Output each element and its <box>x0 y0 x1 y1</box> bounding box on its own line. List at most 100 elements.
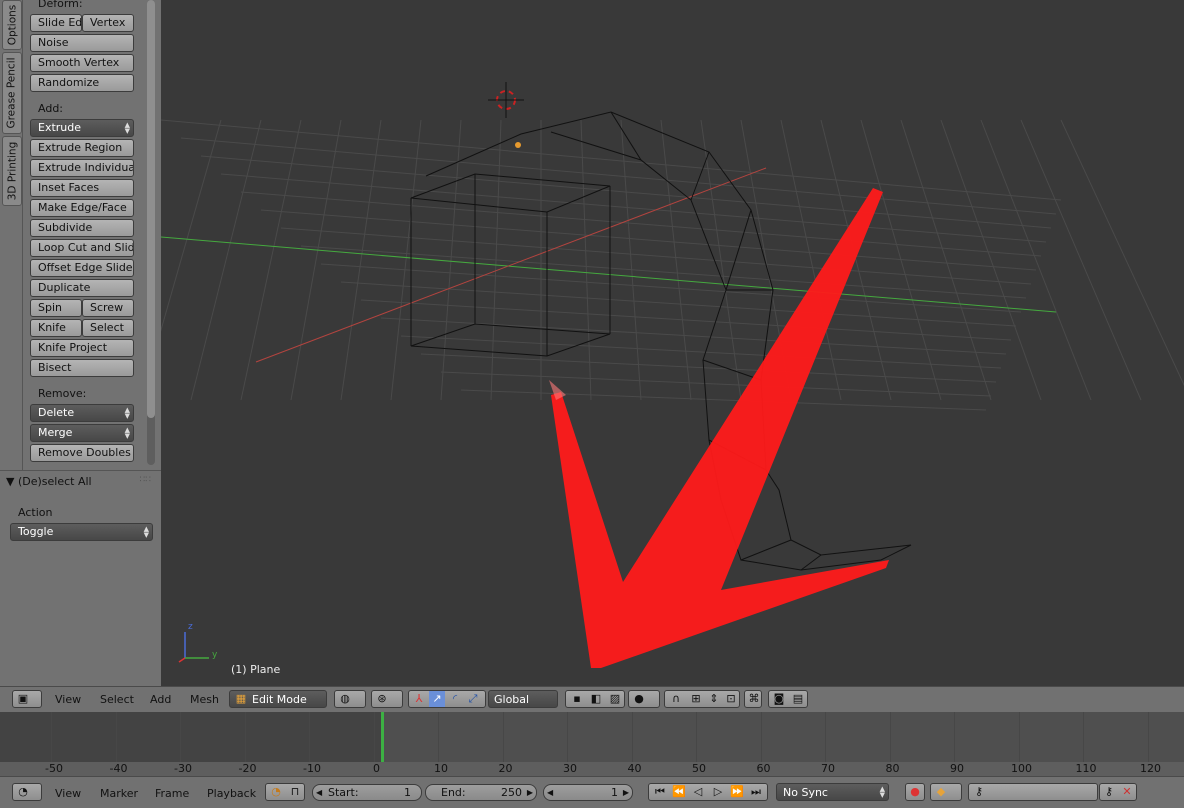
transform-orientation-dropdown[interactable]: Global <box>488 690 558 708</box>
inset-faces-button[interactable]: Inset Faces <box>30 179 134 197</box>
prev-keyframe-icon[interactable]: ⏪ <box>670 784 688 800</box>
make-edge-face-button[interactable]: Make Edge/Face <box>30 199 134 217</box>
play-icon[interactable]: ▷ <box>709 784 727 800</box>
randomize-button[interactable]: Randomize <box>30 74 134 92</box>
edge-select-icon[interactable]: ◧ <box>587 691 605 707</box>
proportional-edit-dropdown[interactable]: ● <box>628 690 660 708</box>
spin-button[interactable]: Spin <box>30 299 82 317</box>
ruler-tick-label: -30 <box>174 762 192 775</box>
preview-range-icon[interactable]: ◔ <box>268 784 284 800</box>
keying-set-field[interactable]: ⚷ <box>968 783 1098 801</box>
bisect-button[interactable]: Bisect <box>30 359 134 377</box>
extrude-individual-button[interactable]: Extrude Individual <box>30 159 134 177</box>
smooth-vertex-button[interactable]: Smooth Vertex <box>30 54 134 72</box>
jump-start-icon[interactable]: ⏮ <box>651 784 669 800</box>
operator-header[interactable]: ▼ (De)select All <box>6 475 92 488</box>
insert-keyframe-icon[interactable]: ⚷ <box>1101 784 1117 800</box>
ruler-tick-label: -40 <box>109 762 128 775</box>
menu-playback[interactable]: Playback <box>207 787 256 800</box>
timeline-editor-type-button[interactable]: ◔ <box>12 783 42 801</box>
extrude-region-button[interactable]: Extrude Region <box>30 139 134 157</box>
ruler-tick-label: 90 <box>950 762 964 775</box>
tool-shelf-scrollbar[interactable] <box>147 0 155 418</box>
merge-dropdown[interactable]: Merge ▲ ▼ <box>30 424 134 442</box>
timeline-gridline <box>825 712 826 762</box>
delete-dropdown[interactable]: Delete ▲ ▼ <box>30 404 134 422</box>
proportional-icon: ● <box>634 692 644 705</box>
subdivide-button[interactable]: Subdivide <box>30 219 134 237</box>
timeline-gridline <box>696 712 697 762</box>
current-frame-cursor[interactable] <box>381 712 384 762</box>
menu-timeline-view[interactable]: View <box>55 787 81 800</box>
pivot-dropdown[interactable]: ⊛ <box>371 690 403 708</box>
3d-cursor-icon[interactable] <box>488 82 524 118</box>
menu-marker[interactable]: Marker <box>100 787 138 800</box>
auto-keyframe-button[interactable]: ● <box>905 783 925 801</box>
tab-grease-pencil[interactable]: Grease Pencil <box>2 52 22 134</box>
remove-label: Remove: <box>38 387 87 400</box>
increment-arrow-icon: ▶ <box>622 788 629 797</box>
menu-select[interactable]: Select <box>100 693 134 706</box>
snap-magnet-icon[interactable]: ∩ <box>667 691 685 707</box>
knife-button[interactable]: Knife <box>30 319 82 337</box>
vertex-select-icon[interactable]: ▪ <box>568 691 586 707</box>
tab-3d-printing[interactable]: 3D Printing <box>2 136 22 206</box>
end-frame-field[interactable]: End: 250 ▶ <box>425 784 537 801</box>
record-icon: ● <box>910 785 920 798</box>
menu-frame[interactable]: Frame <box>155 787 189 800</box>
ruler-tick-label: 30 <box>563 762 577 775</box>
vertex-button[interactable]: Vertex <box>82 14 134 32</box>
offset-edge-button[interactable]: Offset Edge Slide <box>30 259 134 277</box>
menu-mesh[interactable]: Mesh <box>190 693 219 706</box>
noise-button[interactable]: Noise <box>30 34 134 52</box>
screw-button[interactable]: Screw <box>82 299 134 317</box>
selected-vertex[interactable] <box>515 142 521 148</box>
keyframe-type-dropdown[interactable]: ◆ <box>930 783 962 801</box>
scale-icon[interactable]: ⤢ <box>465 691 481 707</box>
mode-dropdown[interactable]: ▦ Edit Mode <box>229 690 327 708</box>
viewport-canvas[interactable] <box>161 0 1184 686</box>
ruler-tick-label: 50 <box>692 762 706 775</box>
knife-project-button[interactable]: Knife Project <box>30 339 134 357</box>
snap-element-arrows-icon[interactable]: ⇕ <box>707 691 721 707</box>
delete-keyframe-icon[interactable]: ✕ <box>1119 784 1135 800</box>
timeline-gridline <box>309 712 310 762</box>
ruler-tick-label: 80 <box>885 762 900 775</box>
opengl-render-button[interactable]: ⌘ <box>744 690 762 708</box>
jump-end-icon[interactable]: ⏭ <box>747 784 765 800</box>
tab-options[interactable]: Options <box>2 0 22 50</box>
remove-doubles-button[interactable]: Remove Doubles <box>30 444 134 462</box>
menu-add[interactable]: Add <box>150 693 171 706</box>
menu-view[interactable]: View <box>55 693 81 706</box>
loop-cut-button[interactable]: Loop Cut and Slide <box>30 239 134 257</box>
camera-icon[interactable]: ◙ <box>771 691 787 707</box>
clapper-icon[interactable]: ▤ <box>790 691 806 707</box>
current-frame-field[interactable]: ◀ 1 ▶ <box>543 784 633 801</box>
updown-arrows-icon: ▲ ▼ <box>124 426 130 440</box>
snap-target-icon[interactable]: ⊡ <box>723 691 739 707</box>
action-dropdown[interactable]: Toggle ▲ ▼ <box>10 523 153 541</box>
duplicate-button[interactable]: Duplicate <box>30 279 134 297</box>
snap-element-icon[interactable]: ⊞ <box>687 691 705 707</box>
red-annotation-arrow <box>549 188 889 668</box>
drag-handle-icon[interactable]: ∷∷ <box>140 475 151 485</box>
start-frame-field[interactable]: ◀ Start: 1 <box>312 784 422 801</box>
timeline-gridline <box>631 712 633 762</box>
sync-dropdown[interactable]: No Sync ▲ ▼ <box>776 783 889 801</box>
rotate-icon[interactable]: ◜ <box>447 691 463 707</box>
face-select-icon[interactable]: ▨ <box>606 691 624 707</box>
play-reverse-icon[interactable]: ◁ <box>689 784 707 800</box>
knife-select-button[interactable]: Select <box>82 319 134 337</box>
viewport-shading-dropdown[interactable]: ◍ <box>334 690 366 708</box>
lock-icon[interactable]: ⊓ <box>287 784 303 800</box>
editor-type-button[interactable]: ▣ <box>12 690 42 708</box>
timeline-area[interactable] <box>0 712 1184 762</box>
timeline-ruler[interactable]: -50 -40 -30 -20 -10 0 10 20 30 40 50 60 70 80 90 100 110… <box>0 762 1184 776</box>
translate-icon[interactable]: ↗ <box>429 691 445 707</box>
extrude-dropdown[interactable]: Extrude ▲ ▼ <box>30 119 134 137</box>
3d-viewport[interactable]: z y (1) Plane <box>161 0 1184 686</box>
ruler-tick-label: 20 <box>498 762 513 775</box>
slide-edge-button[interactable]: Slide Ed <box>30 14 82 32</box>
manipulator-toggle-icon[interactable]: ⅄ <box>411 691 427 707</box>
next-keyframe-icon[interactable]: ⏩ <box>728 784 746 800</box>
